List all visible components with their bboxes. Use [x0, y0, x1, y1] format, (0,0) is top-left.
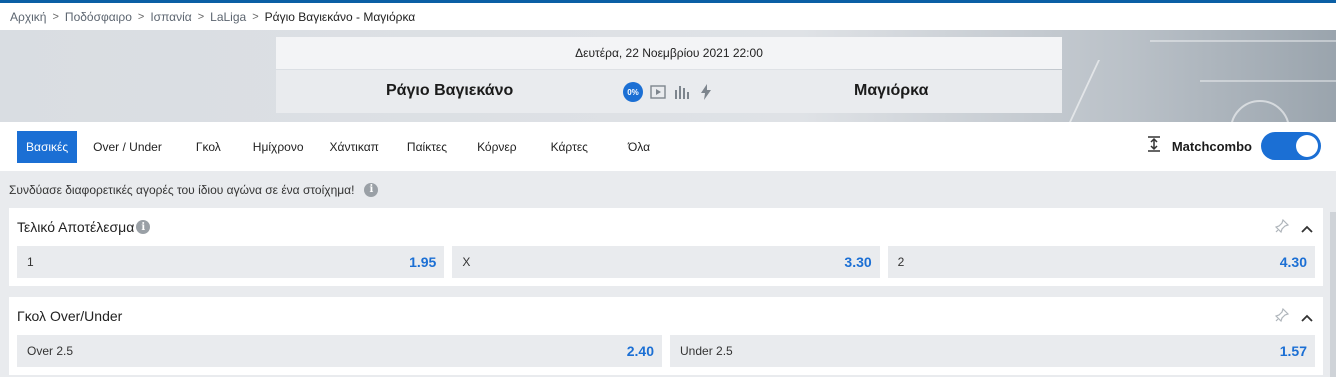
info-icon[interactable]: i — [136, 220, 151, 234]
market-header[interactable]: Γκολ Over/Under — [17, 297, 1315, 335]
odd-value: 3.30 — [844, 254, 872, 270]
match-datetime: Δευτέρα, 22 Νοεμβρίου 2021 22:00 — [276, 37, 1062, 69]
odd-label: 1 — [27, 255, 34, 269]
chevron-right-icon: > — [137, 10, 145, 23]
odd-button[interactable]: X 3.30 — [452, 246, 880, 278]
chevron-right-icon: > — [52, 10, 59, 23]
lightning-icon[interactable] — [697, 83, 715, 101]
breadcrumb: Αρχική > Ποδόσφαιρο > Ισπανία > LaLiga >… — [0, 3, 1336, 30]
tab-goals[interactable]: Γκολ — [176, 131, 241, 163]
match-icons: 0% — [623, 82, 715, 102]
market-actions — [1274, 307, 1313, 327]
market-tabs: Βασικές Over / Under Γκολ Ημίχρονο Χάντι… — [0, 122, 1336, 171]
market-goals-over-under: Γκολ Over/Under Over 2.5 2.40 Under 2.5 … — [9, 297, 1323, 375]
promo-text: Συνδύασε διαφορετικές αγορές του ίδιου α… — [9, 182, 355, 197]
chevron-up-icon[interactable] — [1301, 309, 1313, 327]
tab-halftime[interactable]: Ημίχρονο — [241, 131, 316, 163]
away-team: Μαγιόρκα — [854, 82, 929, 99]
market-header[interactable]: Τελικό Αποτέλεσμα i — [17, 208, 1315, 246]
info-icon[interactable]: i — [364, 182, 379, 197]
chevron-up-icon[interactable] — [1301, 220, 1313, 238]
odd-label: Over 2.5 — [27, 344, 74, 358]
breadcrumb-league[interactable]: LaLiga — [210, 10, 246, 24]
stats-icon[interactable] — [673, 83, 691, 101]
chevron-right-icon: > — [197, 10, 205, 23]
odd-value: 4.30 — [1279, 254, 1307, 270]
odd-value: 2.40 — [626, 343, 654, 359]
match-header: Δευτέρα, 22 Νοεμβρίου 2021 22:00 Ράγιο Β… — [0, 30, 1336, 122]
breadcrumb-current: Ράγιο Βαγιεκάνο - Μαγιόρκα — [264, 9, 416, 24]
scrollbar[interactable] — [1330, 212, 1336, 377]
market-title: Γκολ Over/Under — [17, 308, 123, 324]
odd-value: 1.95 — [409, 254, 437, 270]
match-teams: Ράγιο Βαγιεκάνο 0% Μαγιόρκα — [276, 70, 1062, 113]
odd-button[interactable]: Under 2.5 1.57 — [670, 335, 1315, 367]
tab-over-under[interactable]: Over / Under — [79, 131, 176, 163]
tab-basic[interactable]: Βασικές — [17, 130, 78, 163]
odd-label: 2 — [897, 255, 905, 269]
odd-button[interactable]: Over 2.5 2.40 — [17, 335, 662, 367]
pin-icon[interactable] — [1274, 218, 1290, 238]
market-title: Τελικό Αποτέλεσμα — [17, 219, 135, 235]
expand-vertical-icon[interactable] — [1147, 135, 1161, 157]
matchcombo-control: Matchcombo — [1147, 132, 1321, 160]
pitch-lines-decoration — [1150, 40, 1336, 42]
matchcombo-label: Matchcombo — [1171, 138, 1252, 154]
odds-row: 1 1.95 X 3.30 2 4.30 — [17, 246, 1315, 278]
matchcombo-toggle[interactable] — [1261, 132, 1321, 160]
pitch-lines-decoration — [1042, 60, 1336, 122]
tab-corners[interactable]: Κόρνερ — [461, 131, 533, 163]
toggle-knob — [1296, 135, 1318, 157]
odds-row: Over 2.5 2.40 Under 2.5 1.57 — [17, 335, 1315, 367]
market-actions — [1274, 218, 1313, 238]
odd-label: Under 2.5 — [680, 344, 733, 358]
breadcrumb-sport[interactable]: Ποδόσφαιρο — [65, 10, 132, 24]
tab-handicap[interactable]: Χάντικαπ — [316, 131, 393, 163]
breadcrumb-country[interactable]: Ισπανία — [150, 10, 191, 24]
odd-label: X — [462, 255, 471, 269]
breadcrumb-home[interactable]: Αρχική — [10, 10, 46, 24]
odd-button[interactable]: 1 1.95 — [17, 246, 445, 278]
match-card: Δευτέρα, 22 Νοεμβρίου 2021 22:00 Ράγιο Β… — [276, 37, 1062, 113]
percent-badge[interactable]: 0% — [623, 82, 643, 102]
pin-icon[interactable] — [1274, 307, 1290, 327]
play-icon[interactable] — [649, 83, 667, 101]
market-final-result: Τελικό Αποτέλεσμα i 1 1.95 X 3.30 2 4.30 — [9, 208, 1323, 286]
odd-button[interactable]: 2 4.30 — [887, 246, 1315, 278]
chevron-right-icon: > — [252, 10, 259, 23]
pitch-lines-decoration — [1200, 80, 1336, 82]
odd-value: 1.57 — [1279, 343, 1307, 359]
tab-players[interactable]: Παίκτες — [393, 131, 461, 163]
home-team: Ράγιο Βαγιεκάνο — [386, 82, 514, 99]
matchcombo-promo: Συνδύασε διαφορετικές αγορές του ίδιου α… — [0, 171, 1336, 208]
tab-cards[interactable]: Κάρτες — [533, 131, 606, 163]
tab-all[interactable]: Όλα — [606, 131, 672, 163]
